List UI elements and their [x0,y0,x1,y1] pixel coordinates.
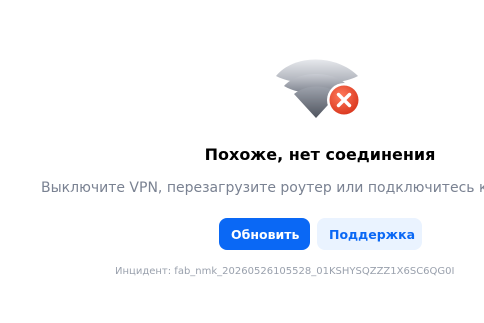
incident-id: Инцидент: fab_nmk_20260526105528_01KSHYS… [115,266,455,277]
error-message: Выключите VPN, перезагрузите роутер или … [41,180,484,196]
wifi-off-icon [276,59,361,118]
close-icon [327,83,361,117]
connection-error-page: Похоже, нет соединения Выключите VPN, пе… [0,0,484,323]
refresh-button[interactable]: Обновить [219,218,310,250]
support-button[interactable]: Поддержка [317,218,422,250]
error-title: Похоже, нет соединения [204,145,436,164]
